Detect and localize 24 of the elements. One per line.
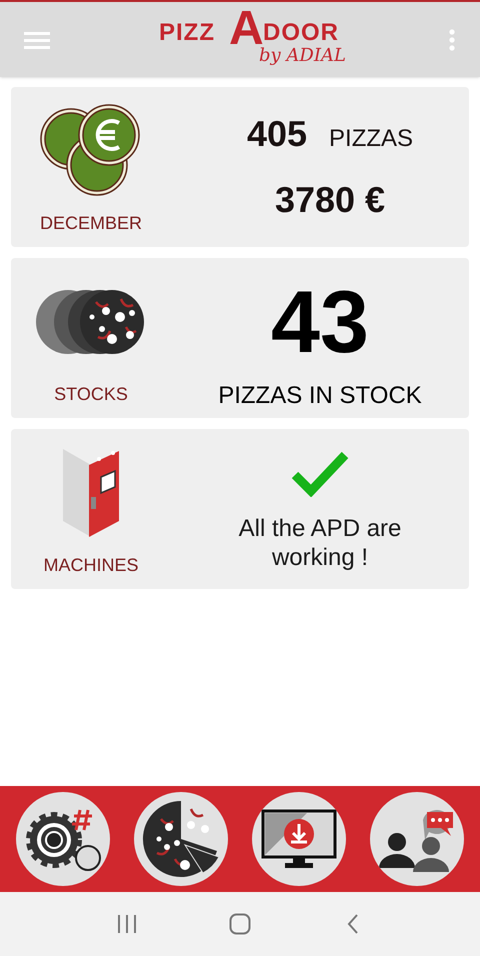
card-label: DECEMBER	[40, 212, 142, 235]
vending-machine-icon	[61, 447, 121, 539]
card-label: MACHINES	[43, 554, 138, 577]
logo-text: PIZZ	[159, 20, 215, 44]
recent-apps-icon	[116, 914, 138, 934]
menu-icon	[24, 30, 50, 50]
card-label: STOCKS	[54, 383, 128, 406]
status-message: All the APD are working !	[238, 515, 402, 573]
stock-count: 43	[271, 278, 369, 366]
sales-amount: 3780 €	[274, 182, 386, 218]
logo-text: DOOR	[263, 20, 339, 44]
pizzas-icon	[36, 287, 146, 357]
dashboard-card[interactable]: MACHINES All the APD are working !	[11, 429, 469, 589]
back-icon	[347, 914, 360, 934]
pizza-icon	[141, 799, 221, 879]
stock-caption: PIZZAS IN STOCK	[218, 381, 422, 411]
pizza-count: 405	[246, 116, 308, 152]
more-icon	[449, 28, 455, 50]
pizza-unit: PIZZAS	[329, 127, 414, 151]
logo-tagline: by ADIAL	[259, 46, 346, 64]
home-icon	[228, 913, 251, 935]
dashboard-card[interactable]: STOCKS 43 PIZZAS IN STOCK	[11, 258, 469, 418]
dashboard-card[interactable]: DECEMBER 405 PIZZAS 3780 €	[11, 87, 469, 247]
monitor-download-icon	[261, 809, 337, 869]
